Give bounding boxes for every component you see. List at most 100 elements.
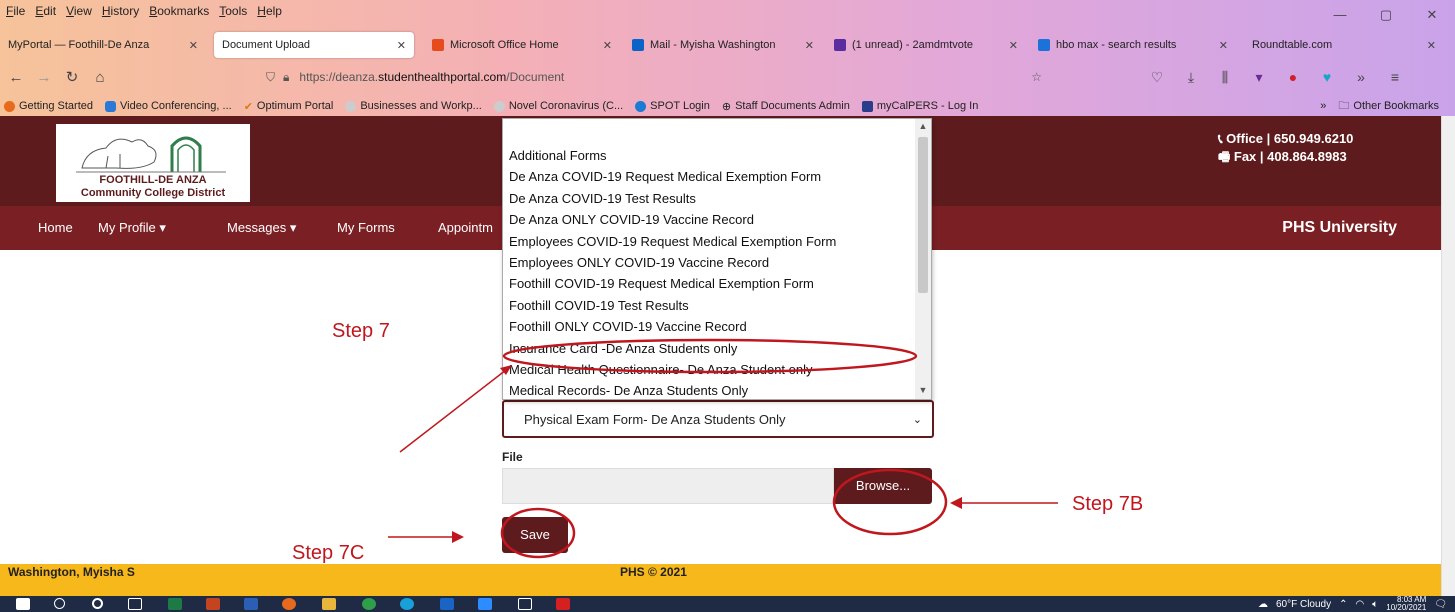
menu-bookmarks[interactable]: Bookmarks <box>149 4 209 18</box>
tab-label: MyPortal — Foothill-De Anza <box>8 39 150 51</box>
other-bookmarks[interactable]: Other Bookmarks <box>1353 100 1439 112</box>
minimize-icon[interactable]: — <box>1317 0 1363 30</box>
pinterest-icon[interactable]: ● <box>1276 69 1310 85</box>
calculator-icon[interactable] <box>518 598 532 610</box>
file-input[interactable] <box>502 468 834 504</box>
chevron-up-icon[interactable]: ⌃ <box>1339 599 1347 610</box>
dropdown-scrollbar[interactable]: ▲ ▼ <box>915 119 931 399</box>
dropdown-option[interactable]: De Anza ONLY COVID-19 Vaccine Record <box>503 209 917 230</box>
url-bar[interactable]: ⛉ 🔒︎ https://deanza. studenthealthportal.… <box>258 64 1050 90</box>
close-tab-icon[interactable]: ✕ <box>1419 39 1436 52</box>
close-tab-icon[interactable]: ✕ <box>181 39 198 52</box>
menu-view[interactable]: View <box>66 4 92 18</box>
dropdown-option[interactable]: Employees ONLY COVID-19 Vaccine Record <box>503 252 917 273</box>
save-button[interactable]: Save <box>502 517 568 553</box>
clock[interactable]: 8:03 AM 10/20/2021 <box>1386 596 1426 612</box>
dropdown-option[interactable]: De Anza COVID-19 Request Medical Exempti… <box>503 166 917 187</box>
bookmark-businesses[interactable]: Businesses and Workp... <box>345 100 482 112</box>
tab-unread-mail[interactable]: (1 unread) - 2amdmtvote ✕ <box>826 32 1026 58</box>
back-icon[interactable]: ← <box>4 69 28 86</box>
bookmark-getting-started[interactable]: Getting Started <box>4 100 93 112</box>
page-scrollbar[interactable] <box>1441 116 1455 596</box>
overflow-icon[interactable]: » <box>1344 69 1378 85</box>
edge-icon[interactable] <box>400 598 414 610</box>
nav-messages[interactable]: Messages ▾ <box>227 206 296 250</box>
file-explorer-icon[interactable] <box>322 598 336 610</box>
browse-button[interactable]: Browse... <box>834 468 932 504</box>
dropdown-option[interactable]: Foothill COVID-19 Request Medical Exempt… <box>503 273 917 294</box>
pocket-icon[interactable]: ♡ <box>1140 69 1174 86</box>
dropdown-option[interactable]: Foothill COVID-19 Test Results <box>503 295 917 316</box>
powerpoint-icon[interactable] <box>206 598 220 610</box>
reload-icon[interactable]: ↻ <box>60 68 84 86</box>
dropdown-option[interactable]: Medical Records- De Anza Students Only <box>503 380 917 401</box>
tab-myportal[interactable]: MyPortal — Foothill-De Anza ✕ <box>0 32 206 58</box>
dropdown-option[interactable]: De Anza COVID-19 Test Results <box>503 188 917 209</box>
weather[interactable]: 60°F Cloudy <box>1276 599 1331 610</box>
bookmark-optimum-portal[interactable]: ✔ Optimum Portal <box>244 100 334 113</box>
scroll-down-icon[interactable]: ▼ <box>915 385 931 395</box>
tab-office-home[interactable]: Microsoft Office Home ✕ <box>424 32 620 58</box>
close-tab-icon[interactable]: ✕ <box>797 39 814 52</box>
tab-roundtable[interactable]: Roundtable.com ✕ <box>1244 32 1444 58</box>
menu-help[interactable]: Help <box>257 4 282 18</box>
acrobat-icon[interactable] <box>556 598 570 610</box>
notifications-icon[interactable]: 🗨︎ <box>1434 599 1447 610</box>
library-icon[interactable]: ⫼ <box>1208 69 1242 86</box>
close-window-icon[interactable]: ✕ <box>1409 0 1455 30</box>
scroll-up-icon[interactable]: ▲ <box>915 121 931 131</box>
home-icon[interactable]: ⌂ <box>88 69 112 86</box>
district-logo[interactable]: FOOTHILL-DE ANZA Community College Distr… <box>56 124 250 202</box>
close-tab-icon[interactable]: ✕ <box>595 39 612 52</box>
zoom-icon[interactable] <box>478 598 492 610</box>
nav-my-forms[interactable]: My Forms <box>337 206 395 250</box>
word-icon[interactable] <box>244 598 258 610</box>
menu-file[interactable]: File <box>6 4 25 18</box>
bookmark-coronavirus[interactable]: Novel Coronavirus (C... <box>493 100 623 112</box>
firefox-icon[interactable] <box>282 598 296 610</box>
bookmark-mycalpers[interactable]: myCalPERS - Log In <box>861 100 978 112</box>
document-type-select[interactable]: Physical Exam Form- De Anza Students Onl… <box>502 400 934 438</box>
search-icon[interactable] <box>54 598 65 609</box>
close-tab-icon[interactable]: ✕ <box>389 39 406 52</box>
dropdown-option[interactable]: Insurance Card -De Anza Students only <box>503 338 917 359</box>
bookmark-staff-documents[interactable]: ⊕ Staff Documents Admin <box>722 100 850 113</box>
maximize-icon[interactable]: ▢ <box>1363 0 1409 30</box>
excel-icon[interactable] <box>168 598 182 610</box>
dropdown-scroll-thumb[interactable] <box>918 137 928 293</box>
forward-icon[interactable]: → <box>32 69 56 86</box>
nav-appointments[interactable]: Appointm <box>438 206 493 250</box>
outlook-icon[interactable] <box>440 598 454 610</box>
close-tab-icon[interactable]: ✕ <box>1211 39 1228 52</box>
menu-edit[interactable]: Edit <box>35 4 56 18</box>
menu-tools[interactable]: Tools <box>219 4 247 18</box>
dropdown-option-employees-exemption[interactable]: Employees COVID-19 Request Medical Exemp… <box>503 231 917 252</box>
tab-mail[interactable]: Mail - Myisha Washington ✕ <box>624 32 822 58</box>
star-icon[interactable]: ☆ <box>1031 70 1042 84</box>
task-view-icon[interactable] <box>128 598 142 610</box>
close-tab-icon[interactable]: ✕ <box>1001 39 1018 52</box>
heart-icon[interactable]: ♥ <box>1310 69 1344 85</box>
bookmark-spot-login[interactable]: SPOT Login <box>635 100 710 112</box>
dropdown-option[interactable]: Foothill ONLY COVID-19 Vaccine Record <box>503 316 917 337</box>
windows-start-icon[interactable] <box>16 598 30 610</box>
download-icon[interactable]: ⤓ <box>1174 69 1208 86</box>
dropdown-option[interactable]: Medical Health Questionnaire- De Anza St… <box>503 359 917 380</box>
chrome-icon[interactable] <box>362 598 376 610</box>
hamburger-menu-icon[interactable]: ≡ <box>1378 69 1412 85</box>
nav-home[interactable]: Home <box>38 206 73 250</box>
extension-icon[interactable]: ▾ <box>1242 69 1276 86</box>
tab-document-upload[interactable]: Document Upload ✕ <box>214 32 414 58</box>
bookmark-video-conferencing[interactable]: Video Conferencing, ... <box>105 100 232 112</box>
nav-my-profile[interactable]: My Profile ▾ <box>98 206 166 250</box>
dropdown-option[interactable]: Additional Forms <box>503 145 917 166</box>
volume-icon[interactable]: 🔈︎ <box>1372 599 1378 610</box>
globe-icon: ⊕ <box>721 100 732 113</box>
overflow-icon[interactable]: » <box>1320 100 1326 112</box>
cortana-icon[interactable] <box>92 598 103 609</box>
caret-down-icon: ▾ <box>155 220 166 235</box>
tab-hbo-search[interactable]: hbo max - search results ✕ <box>1030 32 1236 58</box>
document-type-dropdown-list[interactable]: Additional Forms De Anza COVID-19 Reques… <box>502 118 932 400</box>
menu-history[interactable]: History <box>102 4 139 18</box>
wifi-icon[interactable]: ◠ <box>1356 599 1365 610</box>
